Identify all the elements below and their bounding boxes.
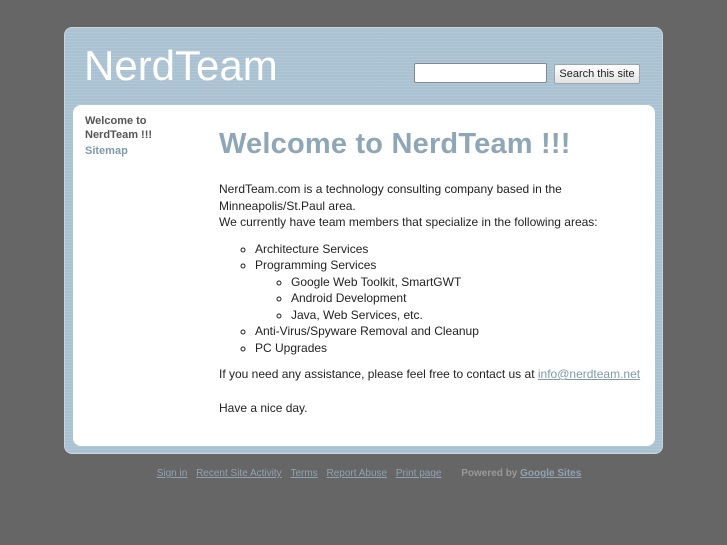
sidebar: Welcome to NerdTeam !!! Sitemap xyxy=(85,114,175,158)
google-sites-link[interactable]: Google Sites xyxy=(520,468,581,479)
list-item: Programming Services Google Web Toolkit,… xyxy=(255,257,649,323)
search-button[interactable]: Search this site xyxy=(554,64,640,84)
list-item-label: Programming Services xyxy=(255,258,377,272)
main-content: Welcome to NerdTeam !!! NerdTeam.com is … xyxy=(219,105,649,416)
sidebar-item-sitemap[interactable]: Sitemap xyxy=(85,144,175,158)
intro-line: Minneapolis/St.Paul area. xyxy=(219,198,356,213)
footer-terms-link[interactable]: Terms xyxy=(290,468,317,479)
footer-print-page-link[interactable]: Print page xyxy=(396,468,442,479)
site-frame: NerdTeam Search this site Welcome to Ner… xyxy=(64,27,663,454)
intro-paragraph: NerdTeam.com is a technology consulting … xyxy=(219,181,649,231)
contact-text: If you need any assistance, please feel … xyxy=(219,367,538,381)
programming-sublist: Google Web Toolkit, SmartGWT Android Dev… xyxy=(255,274,649,324)
intro-line: We currently have team members that spec… xyxy=(219,215,598,229)
contact-email-link[interactable]: info@nerdteam.net xyxy=(538,367,640,381)
list-item: Anti-Virus/Spyware Removal and Cleanup xyxy=(255,323,649,340)
powered-by: Powered by Google Sites xyxy=(461,468,581,479)
services-list: Architecture Services Programming Servic… xyxy=(219,241,649,357)
sidebar-item-label-line1: Welcome to xyxy=(85,115,147,127)
list-item: PC Upgrades xyxy=(255,340,649,357)
search-input[interactable] xyxy=(414,63,547,83)
closing-text: Have a nice day. xyxy=(219,400,308,415)
site-title[interactable]: NerdTeam xyxy=(84,42,278,90)
contact-paragraph: If you need any assistance, please feel … xyxy=(219,366,649,383)
footer-recent-activity-link[interactable]: Recent Site Activity xyxy=(196,468,282,479)
footer-sign-in-link[interactable]: Sign in xyxy=(157,468,188,479)
sidebar-item-welcome[interactable]: Welcome to NerdTeam !!! xyxy=(85,114,175,142)
list-item: Android Development xyxy=(291,290,649,307)
list-item: Java, Web Services, etc. xyxy=(291,307,649,324)
page-title: Welcome to NerdTeam !!! xyxy=(219,128,571,160)
content-area: Welcome to NerdTeam !!! Sitemap Welcome … xyxy=(73,105,655,446)
list-item: Google Web Toolkit, SmartGWT xyxy=(291,274,649,291)
sidebar-item-label-line2: NerdTeam !!! xyxy=(85,129,153,141)
intro-line: NerdTeam.com is a technology consulting … xyxy=(219,182,562,196)
footer: Sign in Recent Site Activity Terms Repor… xyxy=(0,468,727,479)
powered-by-label: Powered by xyxy=(461,468,518,479)
list-item: Architecture Services xyxy=(255,241,649,258)
footer-report-abuse-link[interactable]: Report Abuse xyxy=(326,468,387,479)
